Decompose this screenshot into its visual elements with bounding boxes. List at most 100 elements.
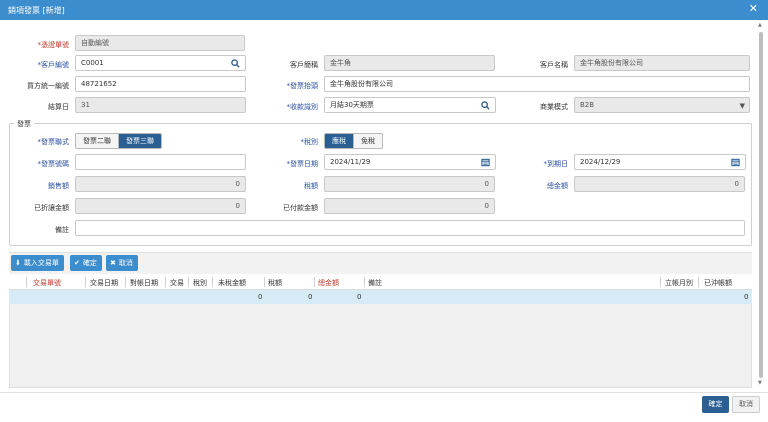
closing-day-field: 31 <box>75 97 246 113</box>
scroll-up-arrow[interactable]: ▲ <box>758 22 762 28</box>
chevron-down-icon: ▼ <box>739 102 745 110</box>
summary-tax: 0 <box>308 293 313 301</box>
customer-code-input[interactable]: C0001 <box>75 55 227 71</box>
column-separator <box>26 277 27 287</box>
window-title: 銷項發票 [新增] <box>8 6 65 15</box>
calendar-icon <box>481 158 490 167</box>
summary-untaxed: 0 <box>258 293 263 301</box>
buyer-tax-id-label: 買方統一編號 <box>27 82 69 90</box>
remark-label: 備註 <box>55 226 69 234</box>
buyer-tax-id-input[interactable]: 48721652 <box>75 76 246 92</box>
calendar-icon <box>731 158 740 167</box>
remark-input[interactable] <box>75 220 745 236</box>
column-separator <box>660 277 661 287</box>
customer-short-field: 金牛角 <box>324 55 495 71</box>
due-date-label: *到期日 <box>543 160 569 168</box>
col-header-tax-amount[interactable]: 稅額 <box>268 278 282 288</box>
customer-name-label: 客戶名稱 <box>540 61 568 69</box>
total-amount-field: 0 <box>574 176 745 192</box>
check-icon: ✔ <box>74 259 80 267</box>
customer-search-button[interactable] <box>226 55 246 71</box>
due-date-input[interactable]: 2024/12/29 <box>574 154 727 170</box>
paid-amount-field: 0 <box>324 198 495 214</box>
discounted-amount-field: 0 <box>75 198 246 214</box>
total-amount-label: 總金額 <box>547 182 568 190</box>
import-transactions-button[interactable]: ⬇ 載入交易單 <box>11 255 64 271</box>
invoice-title-input[interactable]: 金牛角股份有限公司 <box>324 76 750 92</box>
col-header-transaction[interactable]: 交易 <box>170 278 184 288</box>
sales-amount-field: 0 <box>75 176 246 192</box>
business-mode-value: B2B <box>580 101 595 109</box>
download-icon: ⬇ <box>15 259 21 267</box>
col-header-account-month[interactable]: 立帳月別 <box>665 278 693 288</box>
summary-total: 0 <box>357 293 362 301</box>
invoice-date-label: *發票日期 <box>286 160 319 168</box>
invoice-legend: 發票 <box>14 119 34 129</box>
invoice-date-input[interactable]: 2024/11/29 <box>324 154 477 170</box>
customer-code-label: *客戶編號 <box>37 61 70 69</box>
grid-summary-row[interactable] <box>9 290 752 304</box>
invoice-form-type-toggle[interactable]: 發票二聯 發票三聯 <box>75 133 162 149</box>
tax-amount-field: 0 <box>324 176 495 192</box>
col-header-reconcile-date[interactable]: 對帳日期 <box>130 278 158 288</box>
invoice-no-input[interactable] <box>75 154 246 170</box>
tax-amount-label: 稅額 <box>304 182 318 190</box>
customer-name-field: 金牛角股份有限公司 <box>574 55 750 71</box>
form-type-option-2[interactable]: 發票二聯 <box>76 134 118 148</box>
invoice-form-type-label: *發票聯式 <box>37 138 70 146</box>
invoice-title-label: *發票抬頭 <box>286 82 319 90</box>
invoice-no-label: *發票號碼 <box>37 160 70 168</box>
column-separator <box>314 277 315 287</box>
import-transactions-label: 載入交易單 <box>23 259 59 267</box>
col-header-remark[interactable]: 備註 <box>368 278 382 288</box>
col-header-untaxed-amount[interactable]: 未稅金額 <box>218 278 246 288</box>
due-date-picker-button[interactable] <box>726 154 746 170</box>
grid-confirm-label: 確定 <box>82 259 97 267</box>
column-separator <box>264 277 265 287</box>
scrollbar-thumb[interactable] <box>759 32 763 378</box>
column-separator <box>698 277 699 287</box>
column-separator <box>165 277 166 287</box>
closing-day-label: 結算日 <box>48 103 69 111</box>
customer-short-label: 客戶簡稱 <box>290 61 318 69</box>
tax-type-option-taxable[interactable]: 應稅 <box>325 134 353 148</box>
bill-no-label: *憑證單號 <box>37 41 70 49</box>
search-icon <box>231 59 240 68</box>
cancel-button[interactable]: 取消 <box>732 396 760 413</box>
form-type-option-3[interactable]: 發票三聯 <box>118 134 161 148</box>
tax-type-option-exempt[interactable]: 免稅 <box>353 134 382 148</box>
business-mode-label: 商業模式 <box>540 103 568 111</box>
payment-terms-input[interactable]: 月結30天期票 <box>324 97 477 113</box>
ok-button[interactable]: 確定 <box>702 396 729 413</box>
discounted-amount-label: 已折讓金額 <box>34 204 69 212</box>
summary-written-off: 0 <box>744 293 749 301</box>
payment-terms-label: *收款識別 <box>286 103 319 111</box>
column-separator <box>188 277 189 287</box>
column-separator <box>212 277 213 287</box>
scroll-down-arrow[interactable]: ▼ <box>758 380 762 386</box>
sales-amount-label: 銷售額 <box>48 182 69 190</box>
tax-type-label: *稅別 <box>300 138 319 146</box>
column-separator <box>364 277 365 287</box>
business-mode-select[interactable]: B2B ▼ <box>574 97 750 113</box>
col-header-total-amount[interactable]: 總金額 <box>318 278 339 288</box>
grid-confirm-button[interactable]: ✔ 確定 <box>70 255 102 271</box>
col-header-tax-type[interactable]: 稅別 <box>193 278 207 288</box>
tax-type-toggle[interactable]: 應稅 免稅 <box>324 133 383 149</box>
paid-amount-label: 已付款金額 <box>283 204 318 212</box>
invoice-date-picker-button[interactable] <box>476 154 496 170</box>
close-icon[interactable]: ✕ <box>749 3 758 15</box>
window-titlebar: 銷項發票 [新增] ✕ <box>0 0 768 20</box>
dialog-footer <box>0 392 768 422</box>
col-header-transaction-date[interactable]: 交易日期 <box>90 278 118 288</box>
col-header-written-off[interactable]: 已沖帳額 <box>704 278 732 288</box>
grid-cancel-label: 取消 <box>118 259 133 267</box>
payment-terms-search-button[interactable] <box>476 97 496 113</box>
col-header-transaction-no[interactable]: 交易單號 <box>33 278 61 288</box>
column-separator <box>85 277 86 287</box>
column-separator <box>125 277 126 287</box>
grid-cancel-button[interactable]: ✖ 取消 <box>106 255 138 271</box>
close-icon: ✖ <box>110 259 116 267</box>
bill-no-field: 自動編號 <box>75 35 245 51</box>
search-icon <box>481 101 490 110</box>
